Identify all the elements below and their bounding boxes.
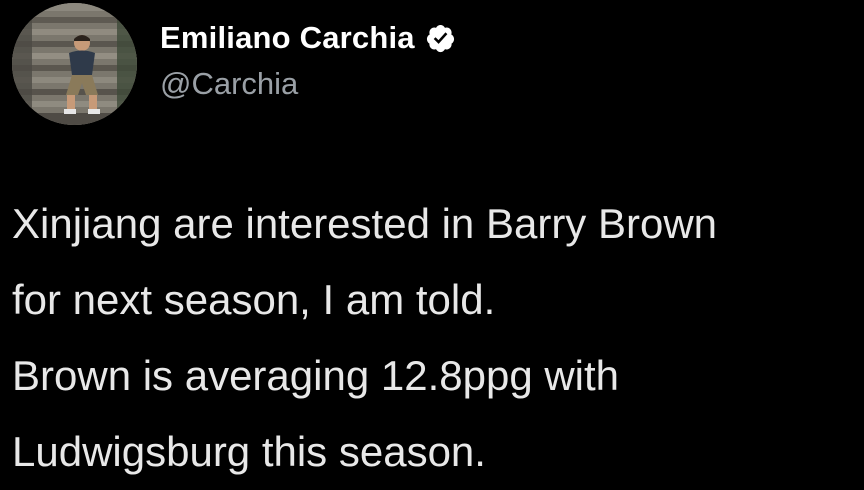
tweet-text-line: for next season, I am told. [12, 276, 496, 323]
tweet-text-line: Brown is averaging 12.8ppg with [12, 352, 620, 399]
verified-badge-icon [425, 23, 456, 54]
avatar-photo [12, 3, 137, 125]
author-name-row: Emiliano Carchia [160, 16, 456, 60]
tweet-card: Emiliano Carchia @Carchia Xinjiang are i… [0, 0, 864, 475]
tweet-text-line: Ludwigsburg this season. [12, 428, 486, 475]
author-info: Emiliano Carchia @Carchia [160, 16, 456, 102]
tweet-text: Xinjiang are interested in Barry Brown f… [12, 186, 858, 490]
author-handle[interactable]: @Carchia [160, 66, 456, 102]
tweet-text-line: Xinjiang are interested in Barry Brown [12, 200, 718, 247]
author-display-name[interactable]: Emiliano Carchia [160, 20, 415, 56]
author-avatar[interactable] [12, 3, 137, 125]
